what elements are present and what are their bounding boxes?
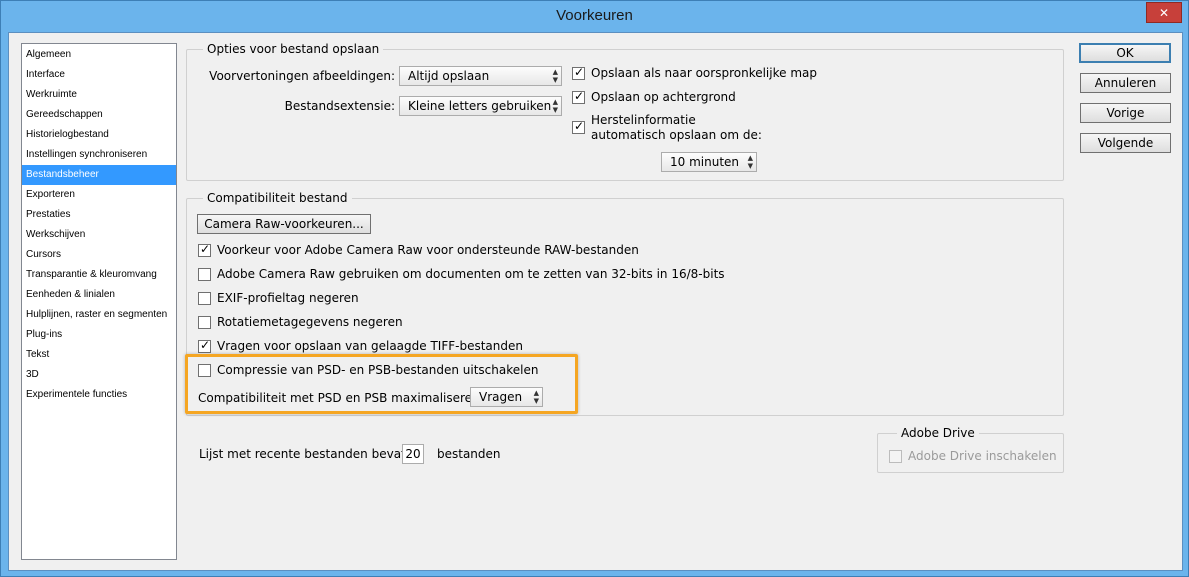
sidebar-item-plug-ins[interactable]: Plug-ins: [22, 325, 176, 345]
updown-arrow-icon: ▲ ▼: [747, 154, 753, 170]
sidebar-item-historielogbestand[interactable]: Historielogbestand: [22, 125, 176, 145]
preview-select-value: Altijd opslaan: [408, 69, 490, 83]
checkmark-icon: ✓: [574, 119, 585, 133]
recent-files-suffix: bestanden: [437, 447, 501, 461]
previous-button[interactable]: Vorige: [1080, 103, 1171, 123]
ok-button[interactable]: OK: [1079, 43, 1171, 63]
save-background-checkbox[interactable]: ✓: [572, 89, 585, 104]
cancel-button[interactable]: Annuleren: [1080, 73, 1171, 93]
preview-label: Voorvertoningen afbeeldingen:: [209, 69, 395, 83]
sidebar-item-experimentele-functies[interactable]: Experimentele functies: [22, 385, 176, 405]
file-save-options-title: Opties voor bestand opslaan: [203, 42, 384, 56]
file-save-options-group: Opties voor bestand opslaan Voorvertonin…: [186, 42, 1064, 181]
next-button[interactable]: Volgende: [1080, 133, 1171, 153]
preview-select[interactable]: Altijd opslaan ▲ ▼: [399, 66, 562, 86]
sidebar-item-werkschijven[interactable]: Werkschijven: [22, 225, 176, 245]
prefer-acr-label: Voorkeur voor Adobe Camera Raw voor onde…: [217, 243, 639, 257]
ignore-rotation-checkbox[interactable]: [198, 316, 211, 329]
adobe-drive-group: Adobe Drive Adobe Drive inschakelen: [877, 426, 1064, 473]
window-title: Voorkeuren: [556, 7, 633, 24]
updown-arrow-icon: ▲ ▼: [552, 98, 558, 114]
auto-recovery-label-line1: Herstelinformatie: [591, 113, 696, 127]
adobe-drive-checkbox[interactable]: [889, 450, 902, 463]
close-icon: ✕: [1158, 5, 1170, 20]
ignore-exif-label: EXIF-profieltag negeren: [217, 291, 359, 305]
checkmark-icon: ✓: [574, 89, 585, 103]
auto-recovery-checkbox[interactable]: ✓: [572, 119, 585, 134]
save-original-folder-checkbox[interactable]: ✓: [572, 65, 585, 80]
auto-recovery-label-line2: automatisch opslaan om de:: [591, 128, 762, 142]
sidebar-item-bestandsbeheer[interactable]: Bestandsbeheer: [22, 165, 176, 185]
checkmark-icon: ✓: [574, 65, 585, 79]
dialog-client-area: Algemeen Interface Werkruimte Gereedscha…: [8, 32, 1183, 571]
ignore-exif-checkbox[interactable]: [198, 292, 211, 305]
updown-arrow-icon: ▲ ▼: [552, 68, 558, 84]
extension-select-value: Kleine letters gebruiken: [408, 99, 552, 113]
sidebar-item-instellingen-synchroniseren[interactable]: Instellingen synchroniseren: [22, 145, 176, 165]
recent-files-count-input[interactable]: 20: [402, 444, 424, 464]
recovery-interval-value: 10 minuten: [670, 155, 740, 169]
sidebar-item-exporteren[interactable]: Exporteren: [22, 185, 176, 205]
ask-tiff-label: Vragen voor opslaan van gelaagde TIFF-be…: [217, 339, 523, 353]
adobe-drive-label: Adobe Drive inschakelen: [908, 449, 1057, 463]
sidebar-item-hulplijnen[interactable]: Hulplijnen, raster en segmenten: [22, 305, 176, 325]
sidebar-item-tekst[interactable]: Tekst: [22, 345, 176, 365]
acr-32bit-checkbox[interactable]: [198, 268, 211, 281]
recovery-interval-select[interactable]: 10 minuten ▲ ▼: [661, 152, 757, 172]
sidebar-item-3d[interactable]: 3D: [22, 365, 176, 385]
sidebar-item-cursors[interactable]: Cursors: [22, 245, 176, 265]
title-bar[interactable]: Voorkeuren ✕: [1, 1, 1188, 32]
adobe-drive-title: Adobe Drive: [897, 426, 979, 440]
ignore-rotation-label: Rotatiemetagegevens negeren: [217, 315, 403, 329]
highlight-frame: [185, 354, 578, 414]
extension-label: Bestandsextensie:: [284, 99, 395, 113]
recent-files-label: Lijst met recente bestanden bevat:: [199, 447, 410, 461]
save-original-folder-label: Opslaan als naar oorspronkelijke map: [591, 66, 817, 80]
preferences-window: Voorkeuren ✕ Algemeen Interface Werkruim…: [0, 0, 1189, 577]
file-compatibility-title: Compatibiliteit bestand: [203, 191, 352, 205]
sidebar-item-gereedschappen[interactable]: Gereedschappen: [22, 105, 176, 125]
checkmark-icon: ✓: [200, 338, 211, 352]
sidebar-item-eenheden[interactable]: Eenheden & linialen: [22, 285, 176, 305]
extension-select[interactable]: Kleine letters gebruiken ▲ ▼: [399, 96, 562, 116]
save-background-label: Opslaan op achtergrond: [591, 90, 736, 104]
acr-32bit-label: Adobe Camera Raw gebruiken om documenten…: [217, 267, 725, 281]
sidebar-item-algemeen[interactable]: Algemeen: [22, 45, 176, 65]
prefer-acr-checkbox[interactable]: ✓: [198, 242, 211, 257]
ask-tiff-checkbox[interactable]: ✓: [198, 338, 211, 353]
checkmark-icon: ✓: [200, 242, 211, 256]
sidebar-item-transparantie[interactable]: Transparantie & kleuromvang: [22, 265, 176, 285]
category-list[interactable]: Algemeen Interface Werkruimte Gereedscha…: [21, 43, 177, 560]
close-button[interactable]: ✕: [1146, 2, 1182, 23]
camera-raw-preferences-button[interactable]: Camera Raw-voorkeuren...: [197, 214, 371, 234]
sidebar-item-werkruimte[interactable]: Werkruimte: [22, 85, 176, 105]
sidebar-item-prestaties[interactable]: Prestaties: [22, 205, 176, 225]
sidebar-item-interface[interactable]: Interface: [22, 65, 176, 85]
